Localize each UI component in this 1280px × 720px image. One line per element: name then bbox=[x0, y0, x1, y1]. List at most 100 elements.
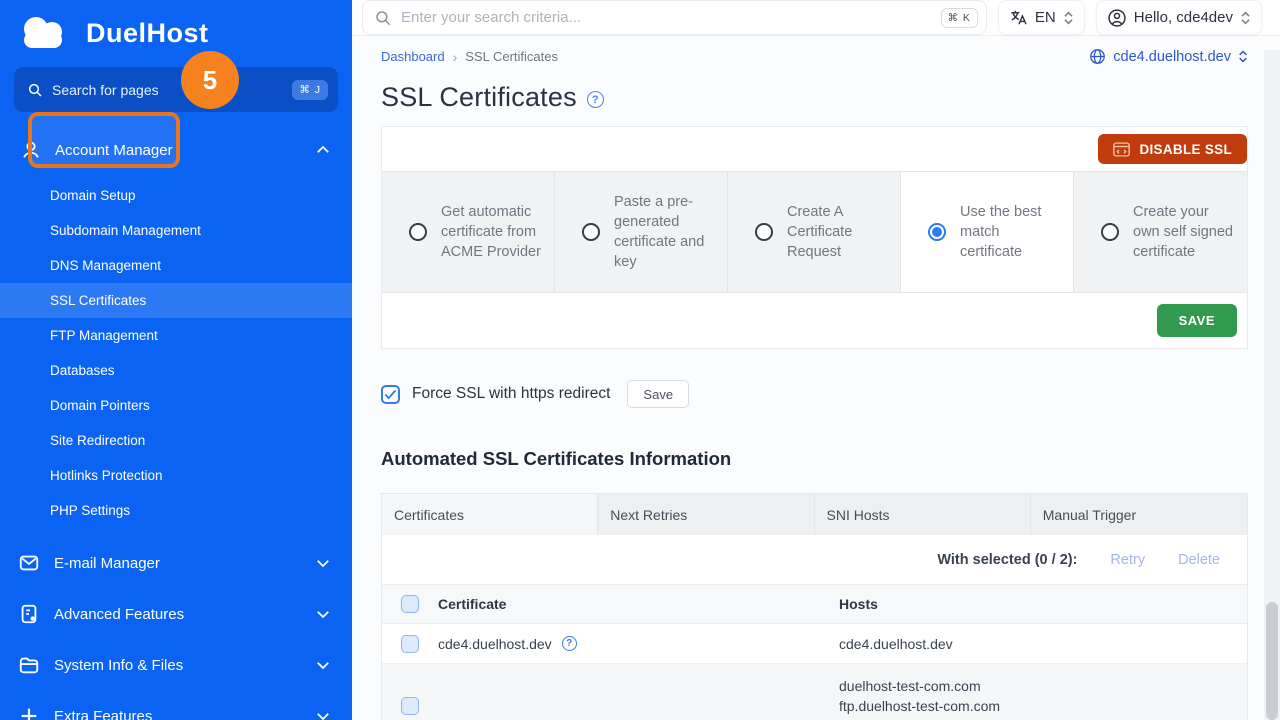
chevron-down-icon bbox=[314, 656, 332, 674]
search-input[interactable] bbox=[401, 9, 941, 26]
force-ssl-label: Force SSL with https redirect bbox=[412, 385, 610, 403]
brand-logo[interactable]: DuelHost bbox=[0, 0, 352, 54]
sidebar-item-databases[interactable]: Databases bbox=[0, 353, 352, 388]
row-checkbox[interactable] bbox=[401, 635, 419, 653]
sidebar-search[interactable]: Search for pages ⌘ J bbox=[14, 67, 338, 112]
chevron-up-icon bbox=[314, 141, 332, 159]
chevron-down-icon bbox=[314, 554, 332, 572]
envelope-icon bbox=[18, 552, 40, 574]
radio-button-selected[interactable] bbox=[928, 223, 946, 241]
ssl-options-panel: DISABLE SSL Get automatic certificate fr… bbox=[381, 126, 1248, 349]
radio-button[interactable] bbox=[755, 223, 773, 241]
with-selected-label: With selected (0 / 2): bbox=[937, 552, 1077, 568]
sidebar-item-dns-management[interactable]: DNS Management bbox=[0, 248, 352, 283]
sidebar-item-email-manager[interactable]: E-mail Manager bbox=[0, 538, 352, 588]
table-tabs: Certificates Next Retries SNI Hosts Manu… bbox=[382, 494, 1247, 535]
search-icon bbox=[27, 82, 43, 98]
user-menu[interactable]: Hello, cde4dev bbox=[1096, 0, 1262, 35]
sidebar-item-label: Extra Features bbox=[54, 708, 314, 720]
cloud-logo-icon bbox=[14, 12, 76, 54]
select-all-checkbox[interactable] bbox=[401, 595, 419, 613]
translate-icon bbox=[1009, 8, 1028, 27]
chevron-down-icon bbox=[314, 707, 332, 720]
plus-icon bbox=[18, 705, 40, 720]
sidebar-item-php-settings[interactable]: PHP Settings bbox=[0, 493, 352, 528]
column-hosts: Hosts bbox=[839, 596, 1247, 612]
sidebar-item-extra-features[interactable]: Extra Features bbox=[0, 691, 352, 720]
sidebar-item-domain-setup[interactable]: Domain Setup bbox=[0, 178, 352, 213]
main-area: ⌘ K EN Hello, cde bbox=[352, 0, 1280, 720]
tab-sni-hosts[interactable]: SNI Hosts bbox=[815, 494, 1031, 535]
force-ssl-checkbox[interactable] bbox=[381, 385, 400, 404]
sidebar-search-shortcut: ⌘ J bbox=[292, 80, 328, 100]
tab-next-retries[interactable]: Next Retries bbox=[598, 494, 814, 535]
breadcrumb-dashboard[interactable]: Dashboard bbox=[381, 49, 445, 64]
option-self-signed[interactable]: Create your own self signed certificate bbox=[1074, 172, 1247, 292]
sidebar-item-hotlinks-protection[interactable]: Hotlinks Protection bbox=[0, 458, 352, 493]
sort-chevrons-icon bbox=[1238, 49, 1248, 64]
help-icon[interactable]: ? bbox=[562, 636, 577, 651]
automated-section-title: Automated SSL Certificates Information bbox=[381, 448, 1248, 470]
search-icon bbox=[374, 9, 392, 27]
sidebar-item-system-info-files[interactable]: System Info & Files bbox=[0, 640, 352, 690]
avatar-icon bbox=[1107, 8, 1127, 28]
sidebar-item-account-manager[interactable]: Account Manager bbox=[0, 122, 352, 178]
help-icon[interactable]: ? bbox=[587, 91, 604, 108]
disable-ssl-button[interactable]: DISABLE SSL bbox=[1098, 134, 1247, 164]
column-certificate: Certificate bbox=[438, 596, 839, 612]
brand-name: DuelHost bbox=[86, 18, 209, 49]
sidebar-item-label: Account Manager bbox=[55, 142, 314, 159]
tutorial-step-badge: 5 bbox=[181, 51, 239, 109]
host-name: cde4.duelhost.dev bbox=[839, 636, 1247, 652]
globe-icon bbox=[1089, 48, 1106, 65]
save-button[interactable]: SAVE bbox=[1157, 304, 1237, 337]
sidebar: DuelHost Search for pages ⌘ J 5 Account … bbox=[0, 0, 352, 720]
person-icon bbox=[20, 139, 42, 161]
language-selector[interactable]: EN bbox=[998, 0, 1085, 35]
option-acme-provider[interactable]: Get automatic certificate from ACME Prov… bbox=[382, 172, 555, 292]
sidebar-item-advanced-features[interactable]: Advanced Features bbox=[0, 589, 352, 639]
sidebar-search-placeholder: Search for pages bbox=[52, 82, 292, 98]
host-name: ftp.duelhost-test-com.com bbox=[839, 696, 1247, 716]
automated-certificates-table: Certificates Next Retries SNI Hosts Manu… bbox=[381, 493, 1248, 720]
option-certificate-request[interactable]: Create A Certificate Request bbox=[728, 172, 901, 292]
radio-button[interactable] bbox=[409, 223, 427, 241]
domain-selector[interactable]: cde4.duelhost.dev bbox=[1089, 48, 1248, 65]
retry-link[interactable]: Retry bbox=[1110, 552, 1145, 568]
tab-certificates[interactable]: Certificates bbox=[382, 494, 598, 535]
radio-button[interactable] bbox=[582, 223, 600, 241]
host-name: mail.duelhost-test-com.com bbox=[839, 716, 1247, 720]
sidebar-item-site-redirection[interactable]: Site Redirection bbox=[0, 423, 352, 458]
row-checkbox[interactable] bbox=[401, 697, 419, 715]
force-ssl-save-button[interactable]: Save bbox=[627, 380, 689, 408]
table-header-row: Certificate Hosts bbox=[382, 584, 1247, 624]
global-search[interactable]: ⌘ K bbox=[362, 0, 987, 35]
breadcrumb: Dashboard › SSL Certificates bbox=[381, 49, 558, 65]
option-best-match[interactable]: Use the best match certificate bbox=[901, 172, 1074, 292]
delete-link[interactable]: Delete bbox=[1178, 552, 1220, 568]
scrollbar-thumb[interactable] bbox=[1266, 602, 1278, 720]
window-code-icon bbox=[1113, 142, 1130, 157]
tab-manual-trigger[interactable]: Manual Trigger bbox=[1031, 494, 1247, 535]
sidebar-item-ssl-certificates[interactable]: SSL Certificates bbox=[0, 283, 352, 318]
file-gear-icon bbox=[18, 603, 40, 625]
certificate-name: cde4.duelhost.dev bbox=[438, 636, 552, 652]
vertical-scrollbar[interactable] bbox=[1264, 50, 1280, 720]
sidebar-item-label: Advanced Features bbox=[54, 606, 314, 623]
sort-chevrons-icon bbox=[1063, 10, 1074, 26]
certificate-option-group: Get automatic certificate from ACME Prov… bbox=[382, 171, 1247, 293]
sidebar-item-label: E-mail Manager bbox=[54, 555, 314, 572]
table-row: cde4.duelhost.dev ? cde4.duelhost.dev bbox=[382, 624, 1247, 664]
sidebar-item-subdomain-management[interactable]: Subdomain Management bbox=[0, 213, 352, 248]
domain-value: cde4.duelhost.dev bbox=[1113, 49, 1231, 65]
table-row: duelhost-test-com.com ftp.duelhost-test-… bbox=[382, 664, 1247, 720]
chevron-down-icon bbox=[314, 605, 332, 623]
user-greeting: Hello, cde4dev bbox=[1134, 9, 1233, 26]
sidebar-item-label: System Info & Files bbox=[54, 657, 314, 674]
radio-button[interactable] bbox=[1101, 223, 1119, 241]
sort-chevrons-icon bbox=[1240, 10, 1251, 26]
language-value: EN bbox=[1035, 9, 1056, 26]
option-paste-certificate[interactable]: Paste a pre-generated certificate and ke… bbox=[555, 172, 728, 292]
sidebar-item-ftp-management[interactable]: FTP Management bbox=[0, 318, 352, 353]
sidebar-item-domain-pointers[interactable]: Domain Pointers bbox=[0, 388, 352, 423]
